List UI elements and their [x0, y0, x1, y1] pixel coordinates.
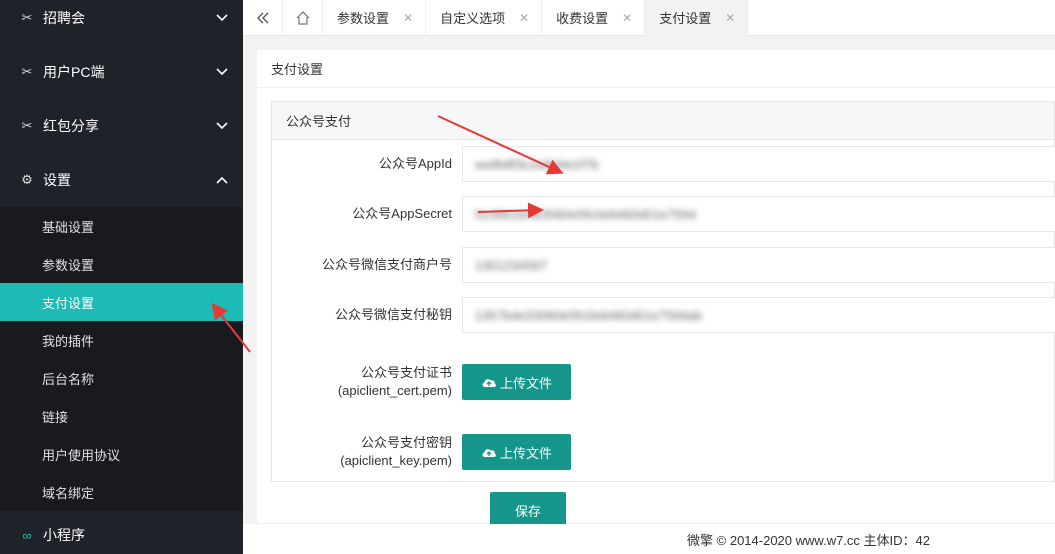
appid-row: 公众号AppId wx8b8f3c2a9d4e1f7b — [272, 146, 1055, 182]
appsecret-row: 公众号AppSecret f1c99ccb4e3060e5fc0e6460d01… — [272, 196, 1055, 232]
close-icon[interactable]: ✕ — [725, 11, 735, 25]
appid-label: 公众号AppId — [379, 156, 452, 171]
menu-group-label: 设置 — [43, 172, 71, 188]
sidebar-item-param-settings[interactable]: 参数设置 — [0, 245, 243, 283]
settings-submenu: 基础设置 参数设置 支付设置 我的插件 后台名称 链接 用户使用协议 域名绑定 — [0, 207, 243, 511]
upload-cert-button[interactable]: 上传文件 — [462, 364, 571, 400]
cloud-upload-icon — [482, 379, 496, 387]
gear-icon: ⚙ — [21, 172, 33, 187]
sidebar-item-payment-settings[interactable]: 支付设置 — [0, 283, 243, 321]
merchant-key-input[interactable]: 1357b4e33060e5fc0e6460d01e7594ab — [462, 297, 1055, 333]
key-label: 公众号支付密钥 (apiclient_key.pem) — [272, 434, 452, 470]
sidebar-item-links[interactable]: 链接 — [0, 397, 243, 435]
merchant-id-label: 公众号微信支付商户号 — [321, 257, 452, 272]
merchant-key-value: 1357b4e33060e5fc0e6460d01e7594ab — [475, 307, 703, 323]
collapse-sidebar-button[interactable] — [243, 0, 283, 36]
menu-group-user-pc[interactable]: ✂ 用户PC端 — [0, 45, 243, 99]
appid-input[interactable]: wx8b8f3c2a9d4e1f7b — [462, 146, 1055, 182]
merchant-key-row: 公众号微信支付秘钥 1357b4e33060e5fc0e6460d01e7594… — [272, 297, 1055, 333]
menu-group-settings[interactable]: ⚙ 设置 — [0, 153, 243, 207]
upload-button-label: 上传文件 — [499, 375, 552, 391]
merchant-id-value: 1301234567 — [475, 257, 548, 273]
key-sublabel: (apiclient_key.pem) — [340, 453, 452, 468]
close-icon[interactable]: ✕ — [519, 11, 529, 25]
tab-bar: 参数设置 ✕ 自定义选项 ✕ 收费设置 ✕ 支付设置 ✕ — [243, 0, 1055, 36]
home-icon — [296, 10, 309, 25]
tab-fee-settings[interactable]: 收费设置 ✕ — [542, 0, 646, 36]
tab-label: 自定义选项 — [440, 11, 506, 26]
merchant-key-label: 公众号微信支付秘钥 — [334, 307, 452, 322]
menu-group-mini-program[interactable]: ∞ 小程序 — [0, 511, 243, 554]
appid-value: wx8b8f3c2a9d4e1f7b — [475, 156, 599, 172]
footer: 微擎 © 2014-2020 www.w7.cc 主体ID：42 — [243, 524, 1055, 554]
chevron-down-icon — [216, 122, 228, 130]
chevron-up-icon — [216, 176, 228, 184]
cert-label: 公众号支付证书 (apiclient_cert.pem) — [272, 364, 452, 400]
merchant-id-input[interactable]: 1301234567 — [462, 247, 1055, 283]
appsecret-input[interactable]: f1c99ccb4e3060e5fc0e6460d01e7594 — [462, 196, 1055, 232]
puzzle-icon: ✂ — [21, 10, 33, 25]
tab-custom-options[interactable]: 自定义选项 ✕ — [426, 0, 543, 36]
link-icon: ∞ — [22, 527, 32, 543]
close-icon[interactable]: ✕ — [403, 11, 413, 25]
sidebar: ✂ 招聘会 ✂ 用户PC端 ✂ 红包分享 ⚙ 设置 基础设置 参数设置 支付设置… — [0, 0, 243, 554]
key-label-text: 公众号支付密钥 — [360, 435, 452, 450]
menu-group-red-packet[interactable]: ✂ 红包分享 — [0, 99, 243, 153]
tab-payment-settings[interactable]: 支付设置 ✕ — [645, 0, 749, 36]
payment-settings-card: 支付设置 公众号支付 公众号AppId wx8b8f3c2a9d4e1f7b 公… — [257, 50, 1055, 523]
puzzle-icon: ✂ — [21, 118, 33, 133]
cloud-upload-icon — [482, 449, 496, 457]
panel-title: 公众号支付 — [272, 102, 1054, 140]
save-button[interactable]: 保存 — [490, 492, 566, 528]
page-title: 支付设置 — [257, 50, 1055, 88]
chevron-down-icon — [216, 14, 228, 22]
appsecret-value: f1c99ccb4e3060e5fc0e6460d01e7594 — [475, 206, 697, 222]
double-chevron-left-icon — [256, 12, 268, 23]
menu-group-job-fair[interactable]: ✂ 招聘会 — [0, 0, 243, 45]
cert-label-text: 公众号支付证书 — [360, 365, 452, 380]
sidebar-item-my-plugins[interactable]: 我的插件 — [0, 321, 243, 359]
menu-group-label: 红包分享 — [43, 118, 99, 134]
close-icon[interactable]: ✕ — [622, 11, 632, 25]
sidebar-item-admin-name[interactable]: 后台名称 — [0, 359, 243, 397]
cert-sublabel: (apiclient_cert.pem) — [337, 383, 452, 398]
appsecret-label: 公众号AppSecret — [352, 206, 452, 221]
sidebar-item-basic-settings[interactable]: 基础设置 — [0, 207, 243, 245]
menu-group-label: 招聘会 — [43, 10, 85, 26]
tab-label: 收费设置 — [556, 11, 609, 26]
home-tab[interactable] — [283, 0, 323, 36]
merchant-id-row: 公众号微信支付商户号 1301234567 — [272, 247, 1055, 283]
sidebar-item-domain-binding[interactable]: 域名绑定 — [0, 473, 243, 511]
tab-label: 参数设置 — [337, 11, 390, 26]
sidebar-item-user-agreement[interactable]: 用户使用协议 — [0, 435, 243, 473]
tab-label: 支付设置 — [659, 11, 712, 26]
tab-param-settings[interactable]: 参数设置 ✕ — [323, 0, 427, 36]
puzzle-icon: ✂ — [21, 64, 33, 79]
cert-upload-row: 公众号支付证书 (apiclient_cert.pem) 上传文件 — [272, 364, 1055, 400]
chevron-down-icon — [216, 68, 228, 76]
wechat-pay-panel: 公众号支付 公众号AppId wx8b8f3c2a9d4e1f7b 公众号App… — [271, 101, 1055, 482]
upload-key-button[interactable]: 上传文件 — [462, 434, 571, 470]
menu-group-label: 小程序 — [43, 527, 85, 543]
key-upload-row: 公众号支付密钥 (apiclient_key.pem) 上传文件 — [272, 434, 1055, 470]
upload-button-label: 上传文件 — [499, 445, 552, 461]
menu-group-label: 用户PC端 — [43, 64, 105, 80]
